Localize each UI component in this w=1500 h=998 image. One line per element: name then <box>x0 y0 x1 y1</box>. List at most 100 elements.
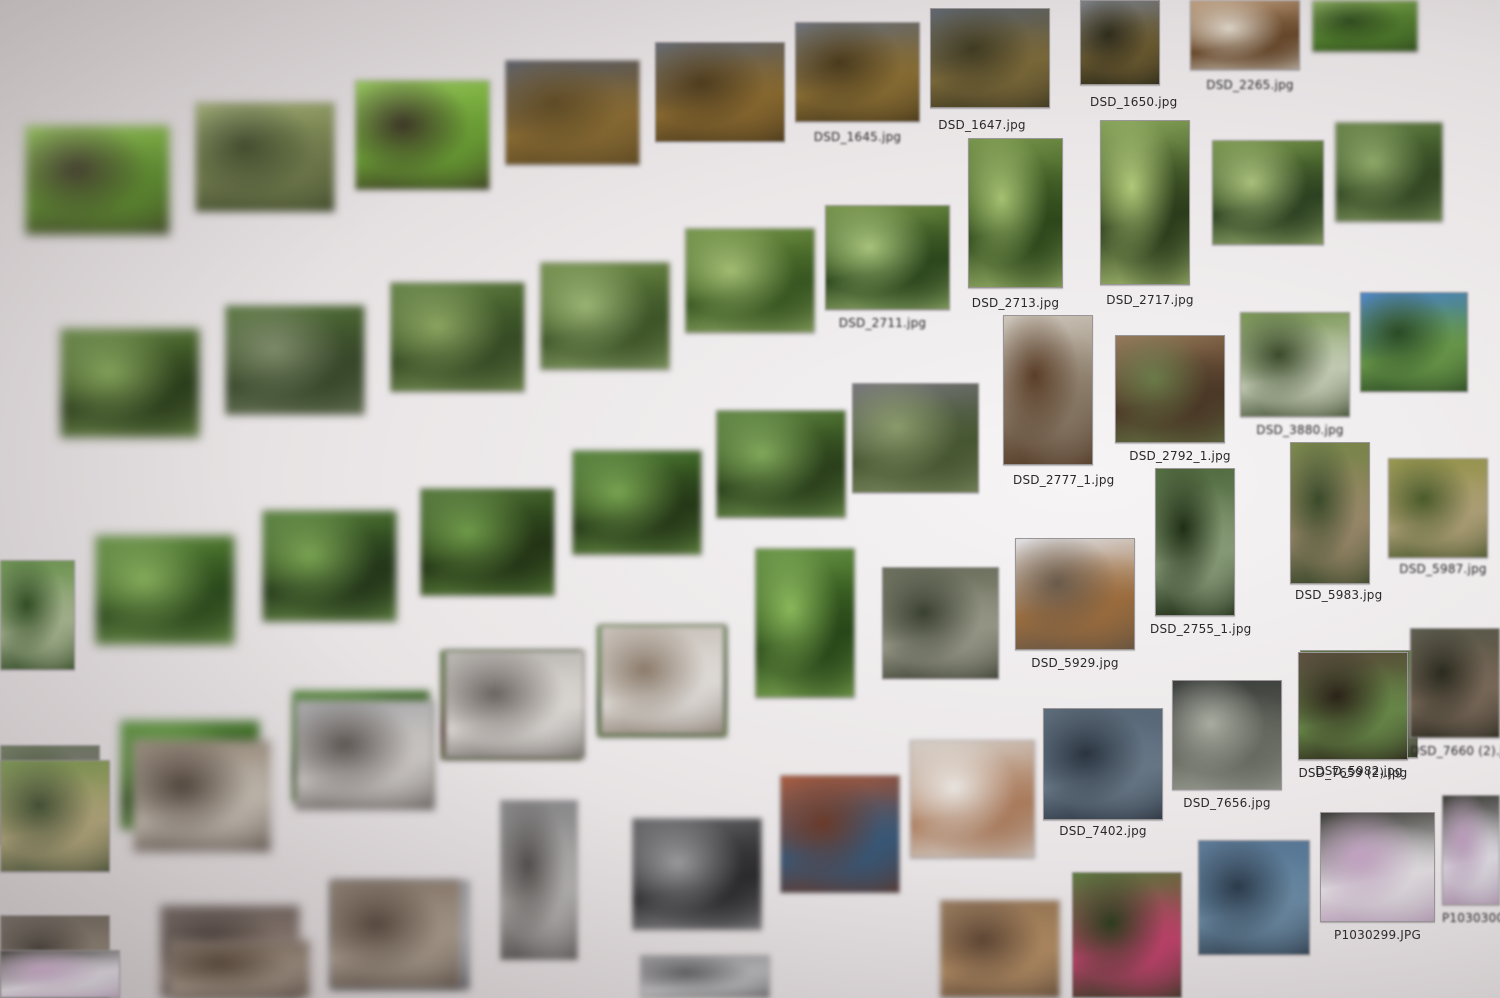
photo-thumbnail[interactable] <box>540 262 670 370</box>
thumbnail-image <box>356 81 489 189</box>
file-name-label[interactable]: DSD_2755_1.jpg <box>1150 622 1251 636</box>
photo-thumbnail[interactable] <box>25 125 170 235</box>
file-name-label[interactable]: DSD_2713.jpg <box>968 296 1063 310</box>
file-name-label[interactable]: DSD_3880.jpg <box>1245 423 1355 437</box>
file-name-label[interactable]: DSD_7659 (2).jpg <box>1298 766 1408 780</box>
photo-thumbnail[interactable] <box>632 818 762 930</box>
photo-thumbnail[interactable] <box>572 450 702 555</box>
file-name-label[interactable]: DSD_5987.jpg <box>1393 562 1493 576</box>
file-name-label[interactable]: DSD_5983.jpg <box>1295 588 1382 602</box>
file-name-label[interactable]: P1030300.JPG <box>1442 911 1500 925</box>
file-name-label[interactable]: DSD_2717.jpg <box>1105 293 1195 307</box>
file-name-label[interactable]: DSD_1645.jpg <box>795 130 920 144</box>
photo-thumbnail[interactable] <box>0 560 75 670</box>
thumbnail-grid: DSD_1647.jpg DSD_1650.jpg DSD_2265.jpg DSD_… <box>0 0 1500 998</box>
thumbnail-image <box>1116 336 1224 442</box>
file-name-label[interactable]: DSD_1647.jpg <box>922 118 1042 132</box>
photo-thumbnail[interactable] <box>262 510 397 622</box>
photo-thumbnail[interactable] <box>1320 812 1435 922</box>
photo-thumbnail[interactable] <box>780 775 900 893</box>
file-name-label[interactable]: DSD_7660 (2).jpg <box>1410 744 1500 758</box>
file-name-label[interactable]: DSD_5929.jpg <box>1015 656 1135 670</box>
photo-thumbnail[interactable] <box>1442 795 1500 905</box>
photo-thumbnail[interactable] <box>1312 0 1418 52</box>
photo-thumbnail[interactable] <box>1172 680 1282 790</box>
thumbnail-image <box>1156 469 1234 615</box>
photo-thumbnail[interactable] <box>1015 538 1135 650</box>
photo-thumbnail[interactable] <box>940 900 1060 998</box>
photo-thumbnail[interactable] <box>968 138 1063 288</box>
thumbnail-image <box>446 651 584 757</box>
thumbnail-image <box>826 206 949 309</box>
photo-thumbnail[interactable] <box>716 410 846 518</box>
photo-thumbnail[interactable] <box>1410 628 1500 738</box>
photo-thumbnail[interactable] <box>1003 315 1093 465</box>
photo-thumbnail[interactable] <box>685 228 815 333</box>
photo-thumbnail[interactable] <box>500 800 578 960</box>
photo-thumbnail[interactable] <box>390 282 525 392</box>
photo-thumbnail[interactable] <box>1388 458 1488 558</box>
photo-thumbnail[interactable] <box>95 535 235 645</box>
photo-thumbnail[interactable] <box>655 42 785 142</box>
file-name-label[interactable]: DSD_7402.jpg <box>1043 824 1163 838</box>
photo-thumbnail[interactable] <box>1190 0 1300 70</box>
photo-thumbnail[interactable] <box>445 650 585 758</box>
photo-thumbnail[interactable] <box>330 880 460 988</box>
photo-thumbnail[interactable] <box>640 955 770 998</box>
photo-thumbnail[interactable] <box>195 102 335 212</box>
photo-thumbnail[interactable] <box>1360 292 1468 392</box>
thumbnail-image <box>26 126 169 234</box>
photo-thumbnail[interactable] <box>0 760 110 872</box>
photo-thumbnail[interactable] <box>1115 335 1225 443</box>
photo-thumbnail[interactable] <box>1212 140 1324 245</box>
thumbnail-image <box>686 229 814 332</box>
photo-thumbnail[interactable] <box>60 328 200 438</box>
file-name-label[interactable]: DSD_2711.jpg <box>820 316 945 330</box>
photo-thumbnail[interactable] <box>420 488 555 596</box>
thumbnail-image <box>1443 796 1499 904</box>
photo-thumbnail[interactable] <box>133 740 271 852</box>
thumbnail-image <box>1361 293 1467 391</box>
file-name-label[interactable]: DSD_7656.jpg <box>1172 796 1282 810</box>
photo-thumbnail[interactable] <box>852 383 979 493</box>
photo-thumbnail[interactable] <box>930 8 1050 108</box>
photo-thumbnail[interactable] <box>225 305 365 415</box>
photo-thumbnail[interactable] <box>1198 840 1310 955</box>
photo-thumbnail[interactable] <box>795 22 920 122</box>
photo-thumbnail[interactable] <box>910 740 1035 858</box>
photo-thumbnail[interactable] <box>1072 872 1182 998</box>
photo-thumbnail[interactable] <box>600 625 725 735</box>
thumbnail-image <box>501 801 577 959</box>
thumbnail-image <box>1313 1 1417 51</box>
photo-thumbnail[interactable] <box>1240 312 1350 417</box>
thumbnail-image <box>1101 121 1189 284</box>
thumbnail-image <box>331 881 459 987</box>
thumbnail-image <box>296 701 434 809</box>
photo-thumbnail[interactable] <box>505 60 640 165</box>
file-name-label[interactable]: P1030299.JPG <box>1320 928 1435 942</box>
photo-thumbnail[interactable] <box>1335 122 1443 222</box>
file-name-label[interactable]: DSD_2792_1.jpg <box>1125 449 1235 463</box>
thumbnail-image <box>883 568 998 678</box>
photo-thumbnail[interactable] <box>170 940 310 998</box>
photo-thumbnail[interactable] <box>755 548 855 698</box>
thumbnail-image <box>1336 123 1442 221</box>
photo-thumbnail[interactable] <box>355 80 490 190</box>
photo-thumbnail[interactable] <box>1043 708 1163 820</box>
thumbnail-image <box>931 9 1049 107</box>
photo-thumbnail[interactable] <box>1298 652 1408 760</box>
photo-thumbnail[interactable] <box>1155 468 1235 616</box>
file-name-label[interactable]: DSD_1650.jpg <box>1090 95 1177 109</box>
photo-thumbnail[interactable] <box>882 567 999 679</box>
thumbnail-image <box>96 536 234 644</box>
file-name-label[interactable]: DSD_2265.jpg <box>1195 78 1305 92</box>
photo-thumbnail[interactable] <box>0 950 120 998</box>
photo-thumbnail[interactable] <box>825 205 950 310</box>
thumbnail-image <box>1073 873 1181 997</box>
photo-thumbnail[interactable] <box>1080 0 1160 85</box>
photo-thumbnail[interactable] <box>1290 442 1370 584</box>
photo-thumbnail[interactable] <box>295 700 435 810</box>
thumbnail-image <box>853 384 978 492</box>
file-name-label[interactable]: DSD_2777_1.jpg <box>1013 473 1114 487</box>
photo-thumbnail[interactable] <box>1100 120 1190 285</box>
